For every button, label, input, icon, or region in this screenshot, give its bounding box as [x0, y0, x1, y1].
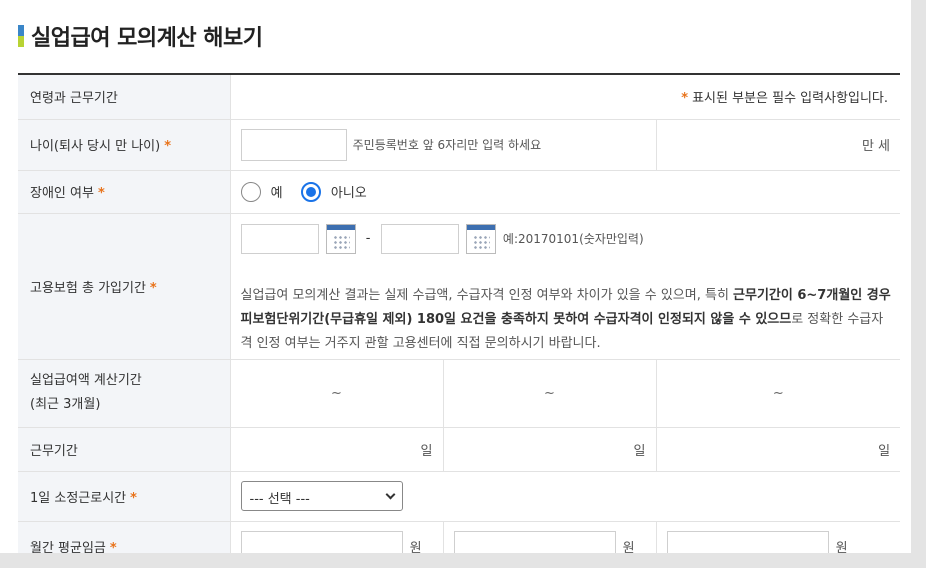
daily-hours-row: 1일 소정근로시간 * --- 선택 --- [18, 471, 901, 522]
page-title: 실업급여 모의계산 해보기 [31, 26, 263, 51]
monthly-wage-cell-3: 원 [655, 521, 901, 553]
monthly-wage-row: 월간 평균임금 * 원 원 원 [18, 521, 901, 553]
disability-row: 장애인 여부 * 예 아니오 [18, 170, 901, 214]
radio-no-label: 아니오 [330, 186, 367, 201]
monthly-wage-cell-1: 원 [229, 521, 443, 553]
calc-period-row: 실업급여액 계산기간 (최근 3개월) ~ ~ ~ [18, 359, 901, 428]
monthly-wage-cell-2: 원 [442, 521, 656, 553]
radio-no[interactable] [300, 181, 321, 202]
age-label: 나이(퇴사 당시 만 나이) * [18, 119, 230, 171]
insurance-notice: 실업급여 모의계산 결과는 실제 수급액, 수급자격 인정 여부와 차이가 있을… [240, 287, 891, 351]
disability-label: 장애인 여부 * [18, 170, 230, 214]
daily-hours-cell: --- 선택 --- [229, 471, 901, 522]
monthly-wage-input-2[interactable] [453, 531, 616, 553]
title-accent-bar [18, 25, 24, 47]
page-header: 실업급여 모의계산 해보기 [18, 20, 263, 52]
date-hint: 예:20170101(숫자만입력) [502, 232, 644, 246]
required-note: 표시된 부분은 필수 입력사항입니다. [692, 91, 889, 107]
required-star: * [681, 91, 689, 107]
calc-period-label: 실업급여액 계산기간 (최근 3개월) [18, 359, 230, 428]
start-date-input[interactable] [240, 223, 319, 254]
calc-period-cell-3[interactable]: ~ [655, 359, 901, 428]
age-input-cell: 주민등록번호 앞 6자리만 입력 하세요 [229, 119, 656, 171]
work-days-cell-1: 일 [229, 427, 443, 472]
age-hint: 주민등록번호 앞 6자리만 입력 하세요 [352, 138, 542, 152]
insurance-period-cell: - 예:20170101(숫자만입력) 실업급여 모의계산 결과는 실제 수급액… [229, 213, 901, 360]
disability-options: 예 아니오 [229, 170, 901, 214]
work-days-cell-3: 일 [655, 427, 901, 472]
date-separator: - [365, 231, 371, 246]
monthly-wage-input-1[interactable] [240, 531, 403, 553]
age-input[interactable] [240, 128, 347, 161]
insurance-period-label: 고용보험 총 가입기간 * [18, 213, 230, 360]
radio-yes-label: 예 [270, 186, 283, 201]
calc-period-cell-1[interactable]: ~ [229, 359, 443, 428]
work-days-label: 근무기간 [18, 427, 230, 472]
page: 실업급여 모의계산 해보기 연령과 근무기간 * 표시된 부분은 필수 입력사항입… [0, 0, 911, 553]
calc-period-cell-2[interactable]: ~ [442, 359, 656, 428]
age-unit: 만 세 [655, 119, 901, 171]
daily-hours-label: 1일 소정근로시간 * [18, 471, 230, 522]
monthly-wage-label: 월간 평균임금 * [18, 521, 230, 553]
header-label: 연령과 근무기간 [18, 73, 230, 120]
work-days-row: 근무기간 일 일 일 [18, 427, 901, 472]
monthly-wage-input-3[interactable] [666, 531, 829, 553]
daily-hours-select[interactable]: --- 선택 --- [240, 481, 403, 511]
calendar-icon[interactable] [465, 223, 496, 254]
required-notice: * 표시된 부분은 필수 입력사항입니다. [229, 73, 901, 120]
radio-yes[interactable] [240, 181, 261, 202]
age-row: 나이(퇴사 당시 만 나이) * 주민등록번호 앞 6자리만 입력 하세요 만 세 [18, 119, 901, 171]
work-days-cell-2: 일 [442, 427, 656, 472]
calendar-icon[interactable] [325, 223, 356, 254]
chevron-down-icon [385, 489, 395, 500]
date-range: - 예:20170101(숫자만입력) [240, 223, 901, 254]
end-date-input[interactable] [380, 223, 459, 254]
insurance-period-row: 고용보험 총 가입기간 * - 예:20170101(숫자만입력) 실업급여 모의… [18, 213, 901, 360]
header-row: 연령과 근무기간 * 표시된 부분은 필수 입력사항입니다. [18, 73, 901, 120]
calc-form: 연령과 근무기간 * 표시된 부분은 필수 입력사항입니다. 나이(퇴사 당시 만… [18, 73, 901, 553]
